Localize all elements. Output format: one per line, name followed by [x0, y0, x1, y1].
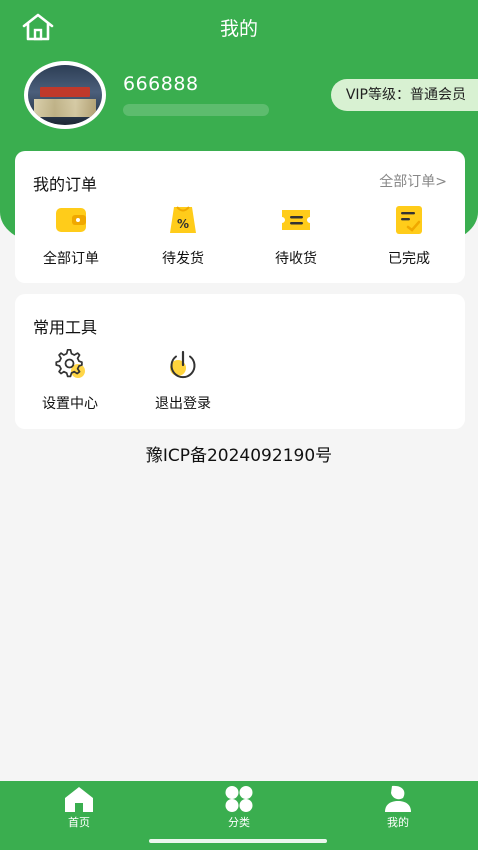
order-item-label: 待收货 [275, 251, 317, 267]
tab-mine[interactable]: 我的 [358, 785, 438, 830]
gear-icon [55, 349, 85, 378]
tab-category-label: 分类 [228, 816, 250, 829]
vip-level-badge: VIP等级：普通会员 [330, 79, 478, 111]
username: 666888 [123, 73, 199, 95]
avatar[interactable] [24, 61, 106, 129]
user-subtitle-placeholder [123, 104, 269, 116]
tools-card-title: 常用工具 [33, 318, 98, 337]
tab-category[interactable]: 分类 [199, 785, 279, 830]
all-orders-link[interactable]: 全部订单> [379, 171, 447, 191]
ticket-icon [282, 210, 310, 230]
tab-home-label: 首页 [68, 816, 90, 829]
tool-item-settings[interactable]: 设置中心 [30, 349, 110, 413]
icp-record-text[interactable]: 豫ICP备2024092190号 [0, 441, 478, 466]
order-item-label: 待发货 [162, 251, 204, 267]
home-icon [65, 787, 93, 812]
tools-card: 常用工具 设置中心 退出登录 [15, 294, 465, 429]
tool-item-label: 设置中心 [42, 396, 98, 412]
tab-home[interactable]: 首页 [39, 785, 119, 830]
svg-text:%: % [177, 217, 189, 231]
order-item-label: 全部订单 [43, 251, 99, 267]
tab-mine-label: 我的 [387, 816, 409, 829]
discount-bag-icon: % [170, 206, 196, 233]
order-item-pending-receive[interactable]: 待收货 [256, 204, 336, 268]
tool-item-logout[interactable]: 退出登录 [143, 349, 223, 413]
wallet-icon [56, 208, 86, 232]
order-item-all[interactable]: 全部订单 [31, 204, 111, 268]
bottom-tab-bar: 首页 分类 我的 [0, 781, 478, 850]
check-note-icon [396, 206, 422, 234]
orders-card-title: 我的订单 [33, 175, 98, 194]
home-indicator [149, 839, 327, 843]
avatar-photo [28, 65, 102, 125]
order-item-completed[interactable]: 已完成 [369, 204, 449, 268]
page-title: 我的 [219, 18, 258, 40]
orders-card: 我的订单 全部订单> 全部订单 % 待发货 待收货 已完成 [15, 151, 465, 283]
order-item-label: 已完成 [388, 251, 430, 267]
tool-item-label: 退出登录 [155, 396, 211, 412]
order-item-pending-ship[interactable]: % 待发货 [143, 204, 223, 268]
top-bar: 我的 [0, 0, 478, 52]
user-icon [385, 785, 411, 812]
power-icon [170, 350, 196, 379]
grid-icon [225, 786, 253, 812]
